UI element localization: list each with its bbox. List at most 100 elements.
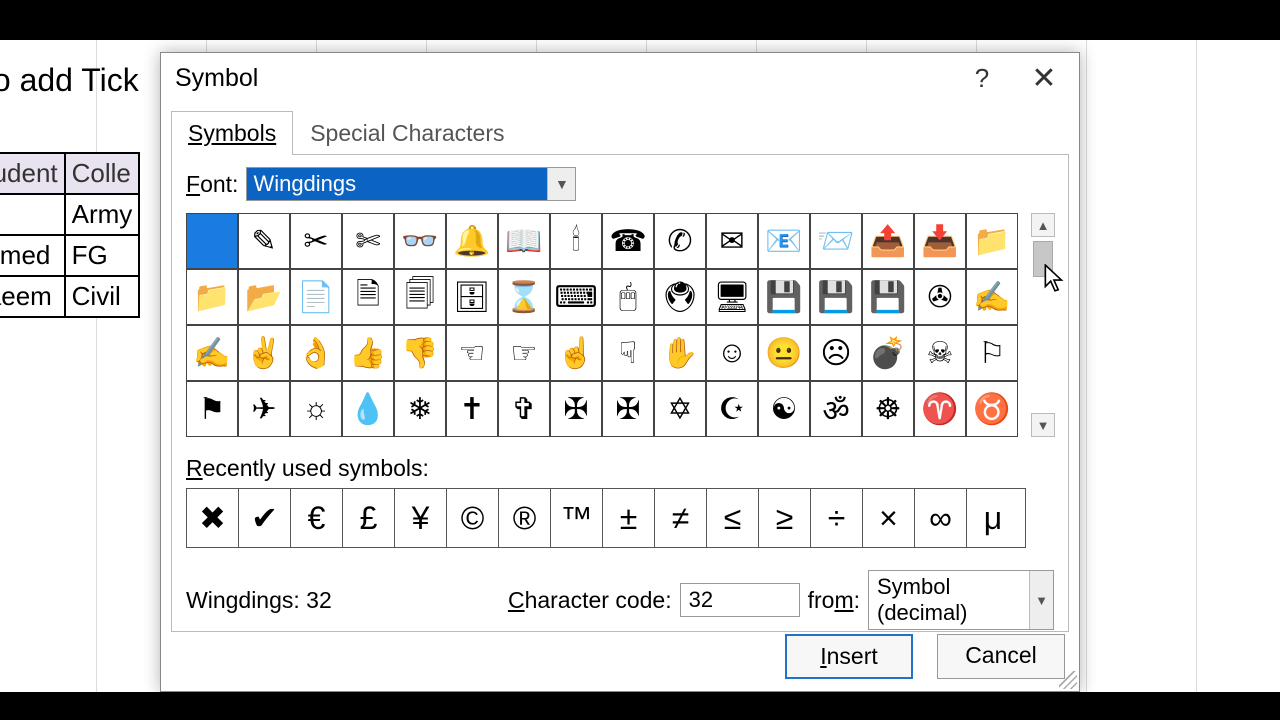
symbol-cell[interactable]: 📁 xyxy=(186,269,238,325)
symbol-cell[interactable]: ✠ xyxy=(550,381,602,437)
symbol-cell[interactable]: ☪ xyxy=(706,381,758,437)
symbol-cell[interactable]: 🖥 xyxy=(706,269,758,325)
symbol-cell[interactable]: 📧 xyxy=(758,213,810,269)
recent-symbol-cell[interactable]: ¥ xyxy=(395,489,447,547)
symbol-cell[interactable]: ⌨ xyxy=(550,269,602,325)
scroll-up-icon[interactable]: ▲ xyxy=(1031,213,1055,237)
symbol-cell[interactable]: ✈ xyxy=(238,381,290,437)
symbol-cell[interactable]: 📖 xyxy=(498,213,550,269)
resize-grip[interactable] xyxy=(1059,671,1077,689)
symbol-cell[interactable]: 👍 xyxy=(342,325,394,381)
symbol-cell[interactable]: 📄 xyxy=(290,269,342,325)
recent-symbol-cell[interactable]: ✖ xyxy=(187,489,239,547)
symbol-cell[interactable]: ✝ xyxy=(446,381,498,437)
symbol-cell[interactable]: ✋ xyxy=(654,325,706,381)
symbol-cell[interactable]: ✍ xyxy=(186,325,238,381)
symbol-cell[interactable]: ☎ xyxy=(602,213,654,269)
symbol-cell[interactable]: ✡ xyxy=(654,381,706,437)
symbol-cell[interactable]: 🖱 xyxy=(602,269,654,325)
recent-symbol-cell[interactable]: ∞ xyxy=(915,489,967,547)
recent-symbol-cell[interactable]: μ xyxy=(967,489,1019,547)
insert-button[interactable]: Insert xyxy=(785,634,913,679)
font-combo[interactable]: ▼ xyxy=(246,167,576,201)
symbol-cell[interactable]: ⚑ xyxy=(186,381,238,437)
recent-symbol-cell[interactable]: × xyxy=(863,489,915,547)
symbol-cell[interactable]: ✞ xyxy=(498,381,550,437)
symbol-cell[interactable]: ☺ xyxy=(706,325,758,381)
symbol-cell[interactable]: ⚐ xyxy=(966,325,1018,381)
symbol-cell[interactable]: ☟ xyxy=(602,325,654,381)
symbol-grid: ✎✂✄👓🔔📖🕯☎✆✉📧📨📤📥📁📁📂📄🗎🗐🗄⌛⌨🖱🖲🖥💾💾💾✇✍✍✌👌👍👎☜☞☝☟… xyxy=(186,213,1030,437)
symbol-cell[interactable]: 🗎 xyxy=(342,269,394,325)
table-cell: Civil xyxy=(65,276,140,317)
recent-symbol-cell[interactable]: ≤ xyxy=(707,489,759,547)
symbol-cell[interactable]: 💾 xyxy=(758,269,810,325)
recent-symbol-cell[interactable]: £ xyxy=(343,489,395,547)
symbol-cell[interactable]: ☯ xyxy=(758,381,810,437)
symbol-cell[interactable]: ✄ xyxy=(342,213,394,269)
symbol-cell[interactable]: ☹ xyxy=(810,325,862,381)
cancel-button[interactable]: Cancel xyxy=(937,634,1065,679)
symbol-cell[interactable]: 📤 xyxy=(862,213,914,269)
symbol-cell[interactable]: ✌ xyxy=(238,325,290,381)
symbol-cell[interactable]: ⌛ xyxy=(498,269,550,325)
symbol-cell[interactable]: ✠ xyxy=(602,381,654,437)
recent-symbol-cell[interactable]: ® xyxy=(499,489,551,547)
symbol-cell[interactable]: 🖲 xyxy=(654,269,706,325)
symbol-cell[interactable]: ॐ xyxy=(810,381,862,437)
tab-special-characters[interactable]: Special Characters xyxy=(293,111,521,155)
recent-symbol-cell[interactable]: ± xyxy=(603,489,655,547)
from-combo[interactable]: Symbol (decimal) ▼ xyxy=(868,570,1054,630)
symbol-cell[interactable]: ☜ xyxy=(446,325,498,381)
symbol-cell[interactable]: 💧 xyxy=(342,381,394,437)
symbol-cell[interactable]: 👓 xyxy=(394,213,446,269)
font-input[interactable] xyxy=(247,168,547,200)
symbol-cell[interactable]: 💾 xyxy=(810,269,862,325)
symbol-cell[interactable]: 👎 xyxy=(394,325,446,381)
symbol-cell[interactable]: 📂 xyxy=(238,269,290,325)
symbol-cell[interactable]: 💣 xyxy=(862,325,914,381)
symbol-cell[interactable]: ✉ xyxy=(706,213,758,269)
scroll-down-icon[interactable]: ▼ xyxy=(1031,413,1055,437)
symbol-cell[interactable]: ☠ xyxy=(914,325,966,381)
symbol-cell[interactable]: ☝ xyxy=(550,325,602,381)
symbol-cell[interactable]: 🗄 xyxy=(446,269,498,325)
tab-panel: Font: ▼ ✎✂✄👓🔔📖🕯☎✆✉📧📨📤📥📁📁📂📄🗎🗐🗄⌛⌨🖱🖲🖥💾💾💾✇✍✍… xyxy=(171,154,1069,632)
symbol-cell[interactable]: 📁 xyxy=(966,213,1018,269)
recent-symbol-cell[interactable]: ÷ xyxy=(811,489,863,547)
recent-symbol-cell[interactable]: ≥ xyxy=(759,489,811,547)
symbol-cell[interactable]: ✇ xyxy=(914,269,966,325)
symbol-cell[interactable]: ✍ xyxy=(966,269,1018,325)
scroll-thumb[interactable] xyxy=(1033,241,1053,277)
symbol-cell[interactable]: ☸ xyxy=(862,381,914,437)
symbol-cell[interactable]: 👌 xyxy=(290,325,342,381)
chevron-down-icon[interactable]: ▼ xyxy=(1029,571,1053,629)
symbol-cell[interactable]: 💾 xyxy=(862,269,914,325)
close-button[interactable]: ✕ xyxy=(1013,54,1075,102)
symbol-cell[interactable]: ♈ xyxy=(914,381,966,437)
chevron-down-icon[interactable]: ▼ xyxy=(547,168,575,200)
symbol-cell[interactable]: 🗐 xyxy=(394,269,446,325)
tab-symbols[interactable]: Symbols xyxy=(171,111,293,155)
recent-symbol-cell[interactable]: © xyxy=(447,489,499,547)
symbol-scrollbar[interactable]: ▲ ▼ xyxy=(1030,213,1054,437)
symbol-cell[interactable]: ♉ xyxy=(966,381,1018,437)
recent-symbol-cell[interactable]: ≠ xyxy=(655,489,707,547)
symbol-cell[interactable]: 📥 xyxy=(914,213,966,269)
symbol-cell[interactable]: ❄ xyxy=(394,381,446,437)
symbol-cell[interactable]: ☞ xyxy=(498,325,550,381)
symbol-cell[interactable]: 📨 xyxy=(810,213,862,269)
help-button[interactable]: ? xyxy=(951,54,1013,102)
symbol-cell[interactable]: 😐 xyxy=(758,325,810,381)
symbol-cell[interactable]: 🔔 xyxy=(446,213,498,269)
recent-symbol-cell[interactable]: ™ xyxy=(551,489,603,547)
symbol-cell[interactable]: ✎ xyxy=(238,213,290,269)
symbol-cell[interactable]: 🕯 xyxy=(550,213,602,269)
recent-symbol-cell[interactable]: ✔ xyxy=(239,489,291,547)
symbol-cell[interactable]: ✂ xyxy=(290,213,342,269)
symbol-cell[interactable]: ✆ xyxy=(654,213,706,269)
symbol-cell[interactable] xyxy=(186,213,238,269)
recent-symbol-cell[interactable]: € xyxy=(291,489,343,547)
charcode-input[interactable] xyxy=(680,583,800,617)
symbol-cell[interactable]: ☼ xyxy=(290,381,342,437)
